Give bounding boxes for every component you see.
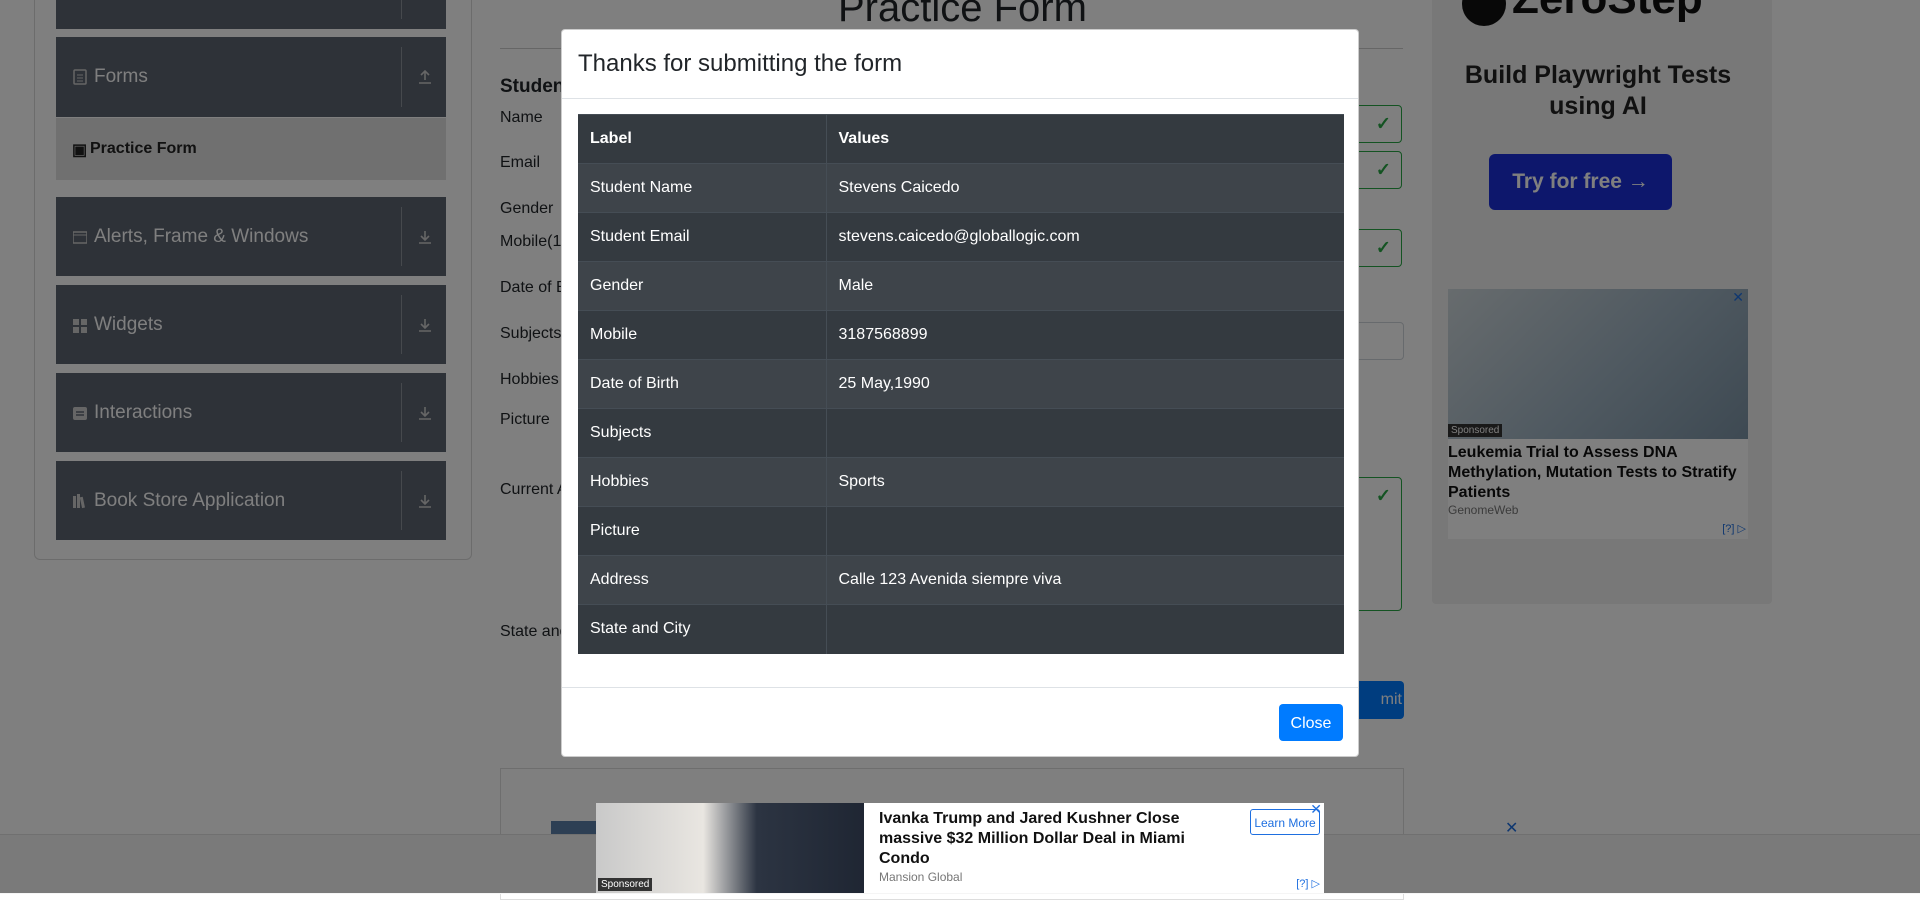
row-label: Mobile (578, 310, 827, 360)
row-label: Hobbies (578, 457, 827, 507)
modal-footer: Close (562, 687, 1358, 758)
row-value (826, 506, 1344, 556)
modal-body: Label Values Student Name Stevens Caicedo… (578, 114, 1344, 654)
table-row: Hobbies Sports (578, 457, 1344, 507)
column-header: Values (826, 114, 1344, 164)
row-label: Subjects (578, 408, 827, 458)
table-row: Picture (578, 506, 1344, 556)
table-header-row: Label Values (578, 114, 1344, 164)
submission-modal: Thanks for submitting the form Label Val… (561, 29, 1359, 757)
table-row: Student Email stevens.caicedo@globallogic… (578, 212, 1344, 262)
column-header: Label (578, 114, 827, 164)
close-button[interactable]: Close (1279, 704, 1343, 741)
ad-choices-label: [?] (1296, 878, 1309, 890)
results-table: Label Values Student Name Stevens Caicedo… (578, 114, 1344, 654)
row-value: Calle 123 Avenida siempre viva (826, 555, 1344, 605)
row-label: Picture (578, 506, 827, 556)
row-value: 3187568899 (826, 310, 1344, 360)
table-row: Student Name Stevens Caicedo (578, 163, 1344, 213)
table-row: Date of Birth 25 May,1990 (578, 359, 1344, 409)
row-value (826, 604, 1344, 654)
row-label: State and City (578, 604, 827, 654)
table-row: State and City (578, 604, 1344, 654)
table-row: Subjects (578, 408, 1344, 458)
row-value: Sports (826, 457, 1344, 507)
table-row: Gender Male (578, 261, 1344, 311)
sponsored-badge: Sponsored (598, 878, 653, 891)
table-row: Mobile 3187568899 (578, 310, 1344, 360)
row-value: Male (826, 261, 1344, 311)
row-label: Gender (578, 261, 827, 311)
table-row: Address Calle 123 Avenida siempre viva (578, 555, 1344, 605)
row-value: Stevens Caicedo (826, 163, 1344, 213)
row-label: Student Name (578, 163, 827, 213)
ad-source: Mansion Global (879, 870, 963, 884)
ad-choices-icon[interactable]: [?] ▷ (1296, 877, 1320, 890)
row-value (826, 408, 1344, 458)
modal-title: Thanks for submitting the form (578, 50, 903, 77)
row-value: 25 May,1990 (826, 359, 1344, 409)
row-label: Date of Birth (578, 359, 827, 409)
modal-header: Thanks for submitting the form (562, 30, 1358, 99)
bottom-sponsored-ad[interactable]: Sponsored Ivanka Trump and Jared Kushner… (596, 801, 1324, 893)
row-value: stevens.caicedo@globallogic.com (826, 212, 1344, 262)
row-label: Student Email (578, 212, 827, 262)
row-label: Address (578, 555, 827, 605)
close-ad-icon[interactable]: ✕ (1310, 801, 1322, 818)
ad-headline[interactable]: Ivanka Trump and Jared Kushner Close mas… (879, 809, 1209, 869)
